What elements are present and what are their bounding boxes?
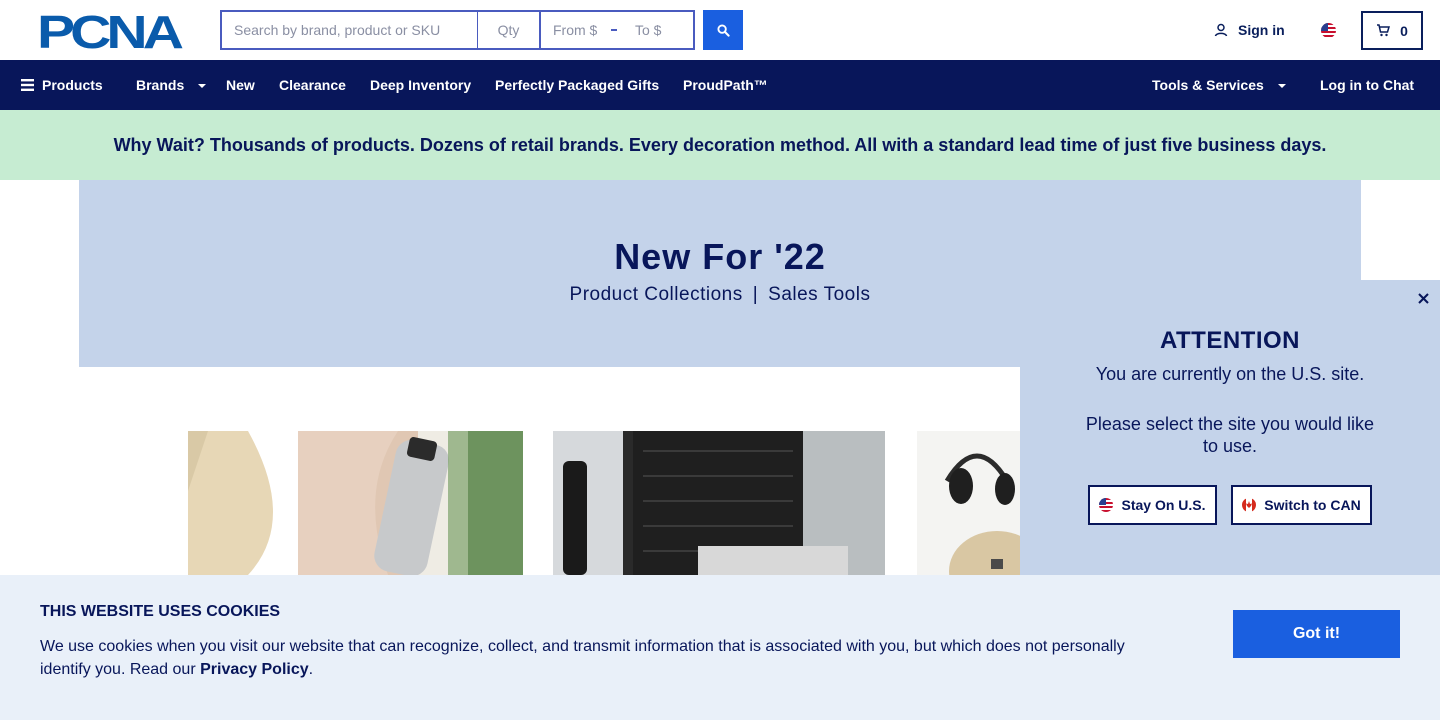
bottle-photo <box>188 431 523 575</box>
nav-brands-label: Brands <box>136 77 185 93</box>
privacy-policy-link[interactable]: Privacy Policy <box>200 661 309 678</box>
search-button[interactable] <box>703 10 743 50</box>
nav-proudpath-label: ProudPath™ <box>683 77 768 93</box>
chevron-down-icon <box>198 84 207 88</box>
pcna-logo[interactable]: PCNA <box>37 11 185 51</box>
nav-tools-services[interactable]: Tools & Services <box>1152 60 1286 110</box>
close-icon[interactable] <box>1415 290 1431 306</box>
promo-banner: Why Wait? Thousands of products. Dozens … <box>0 110 1440 180</box>
hero-sub-sales-tools: Sales Tools <box>768 284 871 305</box>
stay-on-us-label: Stay On U.S. <box>1121 497 1206 513</box>
svg-text:PCNA: PCNA <box>37 11 182 51</box>
price-from-input[interactable] <box>541 12 611 48</box>
nav-products-label: Products <box>42 77 103 93</box>
cookie-accept-label: Got it! <box>1292 625 1341 642</box>
us-flag-icon <box>1099 498 1114 512</box>
canada-flag-icon <box>1242 498 1257 512</box>
cart-button[interactable]: 0 <box>1361 11 1423 50</box>
nav-clearance-label: Clearance <box>279 77 346 93</box>
cookie-text: We use cookies when you visit our websit… <box>40 635 1150 681</box>
nav-proudpath[interactable]: ProudPath™ <box>683 60 768 110</box>
chevron-down-icon <box>1277 84 1286 88</box>
vest-photo <box>553 431 885 575</box>
attention-modal: ATTENTION You are currently on the U.S. … <box>1020 280 1440 575</box>
headphones-photo <box>917 431 1020 575</box>
user-icon <box>1214 23 1228 37</box>
nav-chat-label: Log in to Chat <box>1320 77 1415 93</box>
sign-in-link[interactable]: Sign in <box>1214 22 1285 38</box>
attention-message: You are currently on the U.S. site. <box>1095 364 1365 384</box>
search-input[interactable] <box>220 10 478 50</box>
product-tile-headphones[interactable] <box>917 431 1020 575</box>
nav-gifts-label: Perfectly Packaged Gifts <box>495 77 660 93</box>
qty-input[interactable] <box>478 10 540 50</box>
search-bar <box>220 10 695 50</box>
stay-on-us-button[interactable]: Stay On U.S. <box>1088 485 1217 525</box>
price-dash <box>611 29 617 31</box>
cookie-accept-button[interactable]: Got it! <box>1233 610 1400 658</box>
cookie-text-end: . <box>308 661 314 678</box>
hero-title: New For '22 <box>614 236 826 277</box>
switch-to-can-button[interactable]: Switch to CAN <box>1231 485 1372 525</box>
sign-in-label: Sign in <box>1238 22 1285 38</box>
attention-title: ATTENTION <box>1159 327 1301 354</box>
nav-clearance[interactable]: Clearance <box>279 60 346 110</box>
nav-new[interactable]: New <box>226 60 255 110</box>
attention-prompt: Please select the site you would like to… <box>1085 414 1375 456</box>
promo-text: Why Wait? Thousands of products. Dozens … <box>113 134 1327 155</box>
hero-sub-separator: | <box>752 284 759 305</box>
nav-deep-inventory[interactable]: Deep Inventory <box>370 60 471 110</box>
hero-sub-collections: Product Collections <box>569 284 743 305</box>
nav-deep-inventory-label: Deep Inventory <box>370 77 472 93</box>
price-range <box>540 10 695 50</box>
nav-products[interactable]: Products <box>21 60 103 110</box>
cookie-banner: THIS WEBSITE USES COOKIES We use cookies… <box>0 575 1440 720</box>
cart-icon <box>1377 24 1391 37</box>
nav-new-label: New <box>226 77 255 93</box>
product-tile-bottle[interactable] <box>188 431 523 575</box>
cookie-title: THIS WEBSITE USES COOKIES <box>40 603 281 620</box>
nav-perfectly-packaged-gifts[interactable]: Perfectly Packaged Gifts <box>495 60 659 110</box>
price-to-input[interactable] <box>623 12 693 48</box>
nav-chat-login[interactable]: Log in to Chat <box>1320 60 1414 110</box>
switch-to-can-label: Switch to CAN <box>1264 497 1361 513</box>
product-tile-vest[interactable] <box>553 431 885 575</box>
search-icon <box>716 23 730 37</box>
main-nav: Products Brands New Clearance Deep Inven… <box>0 60 1440 110</box>
menu-icon <box>21 79 34 91</box>
nav-brands[interactable]: Brands <box>136 60 207 110</box>
us-flag-icon[interactable] <box>1321 23 1336 38</box>
cart-count: 0 <box>1400 22 1408 39</box>
nav-tools-label: Tools & Services <box>1152 77 1264 93</box>
top-header: PCNA Sign in <box>0 0 1440 60</box>
